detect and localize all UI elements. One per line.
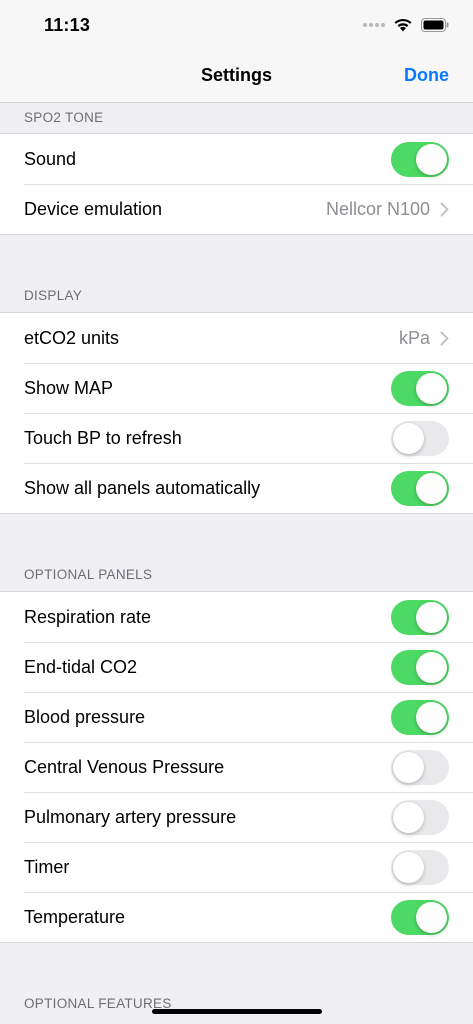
row-label: Temperature [24, 906, 126, 927]
cellular-signal-icon [363, 22, 385, 27]
row-touch-bp-to-refresh: Touch BP to refresh [0, 413, 473, 463]
row-label: Device emulation [24, 198, 163, 219]
temperature-toggle[interactable] [391, 899, 449, 935]
row-show-map: Show MAP [0, 363, 473, 413]
row-pulmonary-artery-pressure: Pulmonary artery pressure [0, 792, 473, 842]
row-label: Timer [24, 856, 70, 877]
row-label: Sound [24, 148, 77, 169]
end-tidal-co2-toggle[interactable] [391, 649, 449, 685]
status-bar: 11:13 [0, 0, 473, 50]
row-show-all-panels: Show all panels automatically [0, 463, 473, 513]
blood-pressure-toggle[interactable] [391, 699, 449, 735]
row-label: Blood pressure [24, 706, 146, 727]
home-indicator[interactable] [152, 1009, 322, 1014]
row-label: Show MAP [24, 377, 114, 398]
done-button[interactable]: Done [404, 65, 449, 86]
show-map-toggle[interactable] [391, 370, 449, 406]
group-display: etCO2 units kPa Show MAP Touch BP to ref… [0, 312, 473, 514]
page-title: Settings [200, 65, 272, 85]
touch-bp-toggle[interactable] [391, 420, 449, 456]
row-sound: Sound [0, 134, 473, 184]
row-label: End-tidal CO2 [24, 656, 138, 677]
row-label: Pulmonary artery pressure [24, 806, 237, 827]
settings-list: SPO2 TONE Sound Device emulation Nellcor… [0, 103, 473, 1020]
group-optional-panels: Respiration rate End-tidal CO2 Blood pre… [0, 591, 473, 943]
row-label: Show all panels automatically [24, 477, 261, 498]
pulmonary-artery-pressure-toggle[interactable] [391, 799, 449, 835]
row-label: Central Venous Pressure [24, 756, 225, 777]
timer-toggle[interactable] [391, 849, 449, 885]
section-header-optional-panels: OPTIONAL PANELS [24, 567, 153, 582]
device-emulation-value: Nellcor N100 [325, 198, 430, 219]
row-label: Touch BP to refresh [24, 427, 182, 448]
respiration-rate-toggle[interactable] [391, 599, 449, 635]
row-device-emulation[interactable]: Device emulation Nellcor N100 [0, 184, 473, 234]
etco2-units-value: kPa [398, 327, 430, 348]
row-timer: Timer [0, 842, 473, 892]
row-respiration-rate: Respiration rate [0, 592, 473, 642]
section-header-spo2-tone: SPO2 TONE [24, 110, 104, 125]
section-header-display: DISPLAY [24, 288, 83, 303]
show-all-panels-toggle[interactable] [391, 470, 449, 506]
row-blood-pressure: Blood pressure [0, 692, 473, 742]
row-central-venous-pressure: Central Venous Pressure [0, 742, 473, 792]
battery-icon [421, 17, 449, 32]
row-temperature: Temperature [0, 892, 473, 942]
central-venous-pressure-toggle[interactable] [391, 749, 449, 785]
wifi-icon [394, 18, 412, 32]
row-end-tidal-co2: End-tidal CO2 [0, 642, 473, 692]
row-label: etCO2 units [24, 327, 120, 348]
group-spo2-tone: Sound Device emulation Nellcor N100 [0, 133, 473, 235]
chevron-right-icon [440, 331, 449, 345]
status-time: 11:13 [44, 15, 91, 35]
row-etco2-units[interactable]: etCO2 units kPa [0, 313, 473, 363]
row-label: Respiration rate [24, 606, 152, 627]
navigation-bar: Settings Done [0, 50, 473, 103]
status-icons [363, 17, 449, 32]
chevron-right-icon [440, 202, 449, 216]
sound-toggle[interactable] [391, 141, 449, 177]
